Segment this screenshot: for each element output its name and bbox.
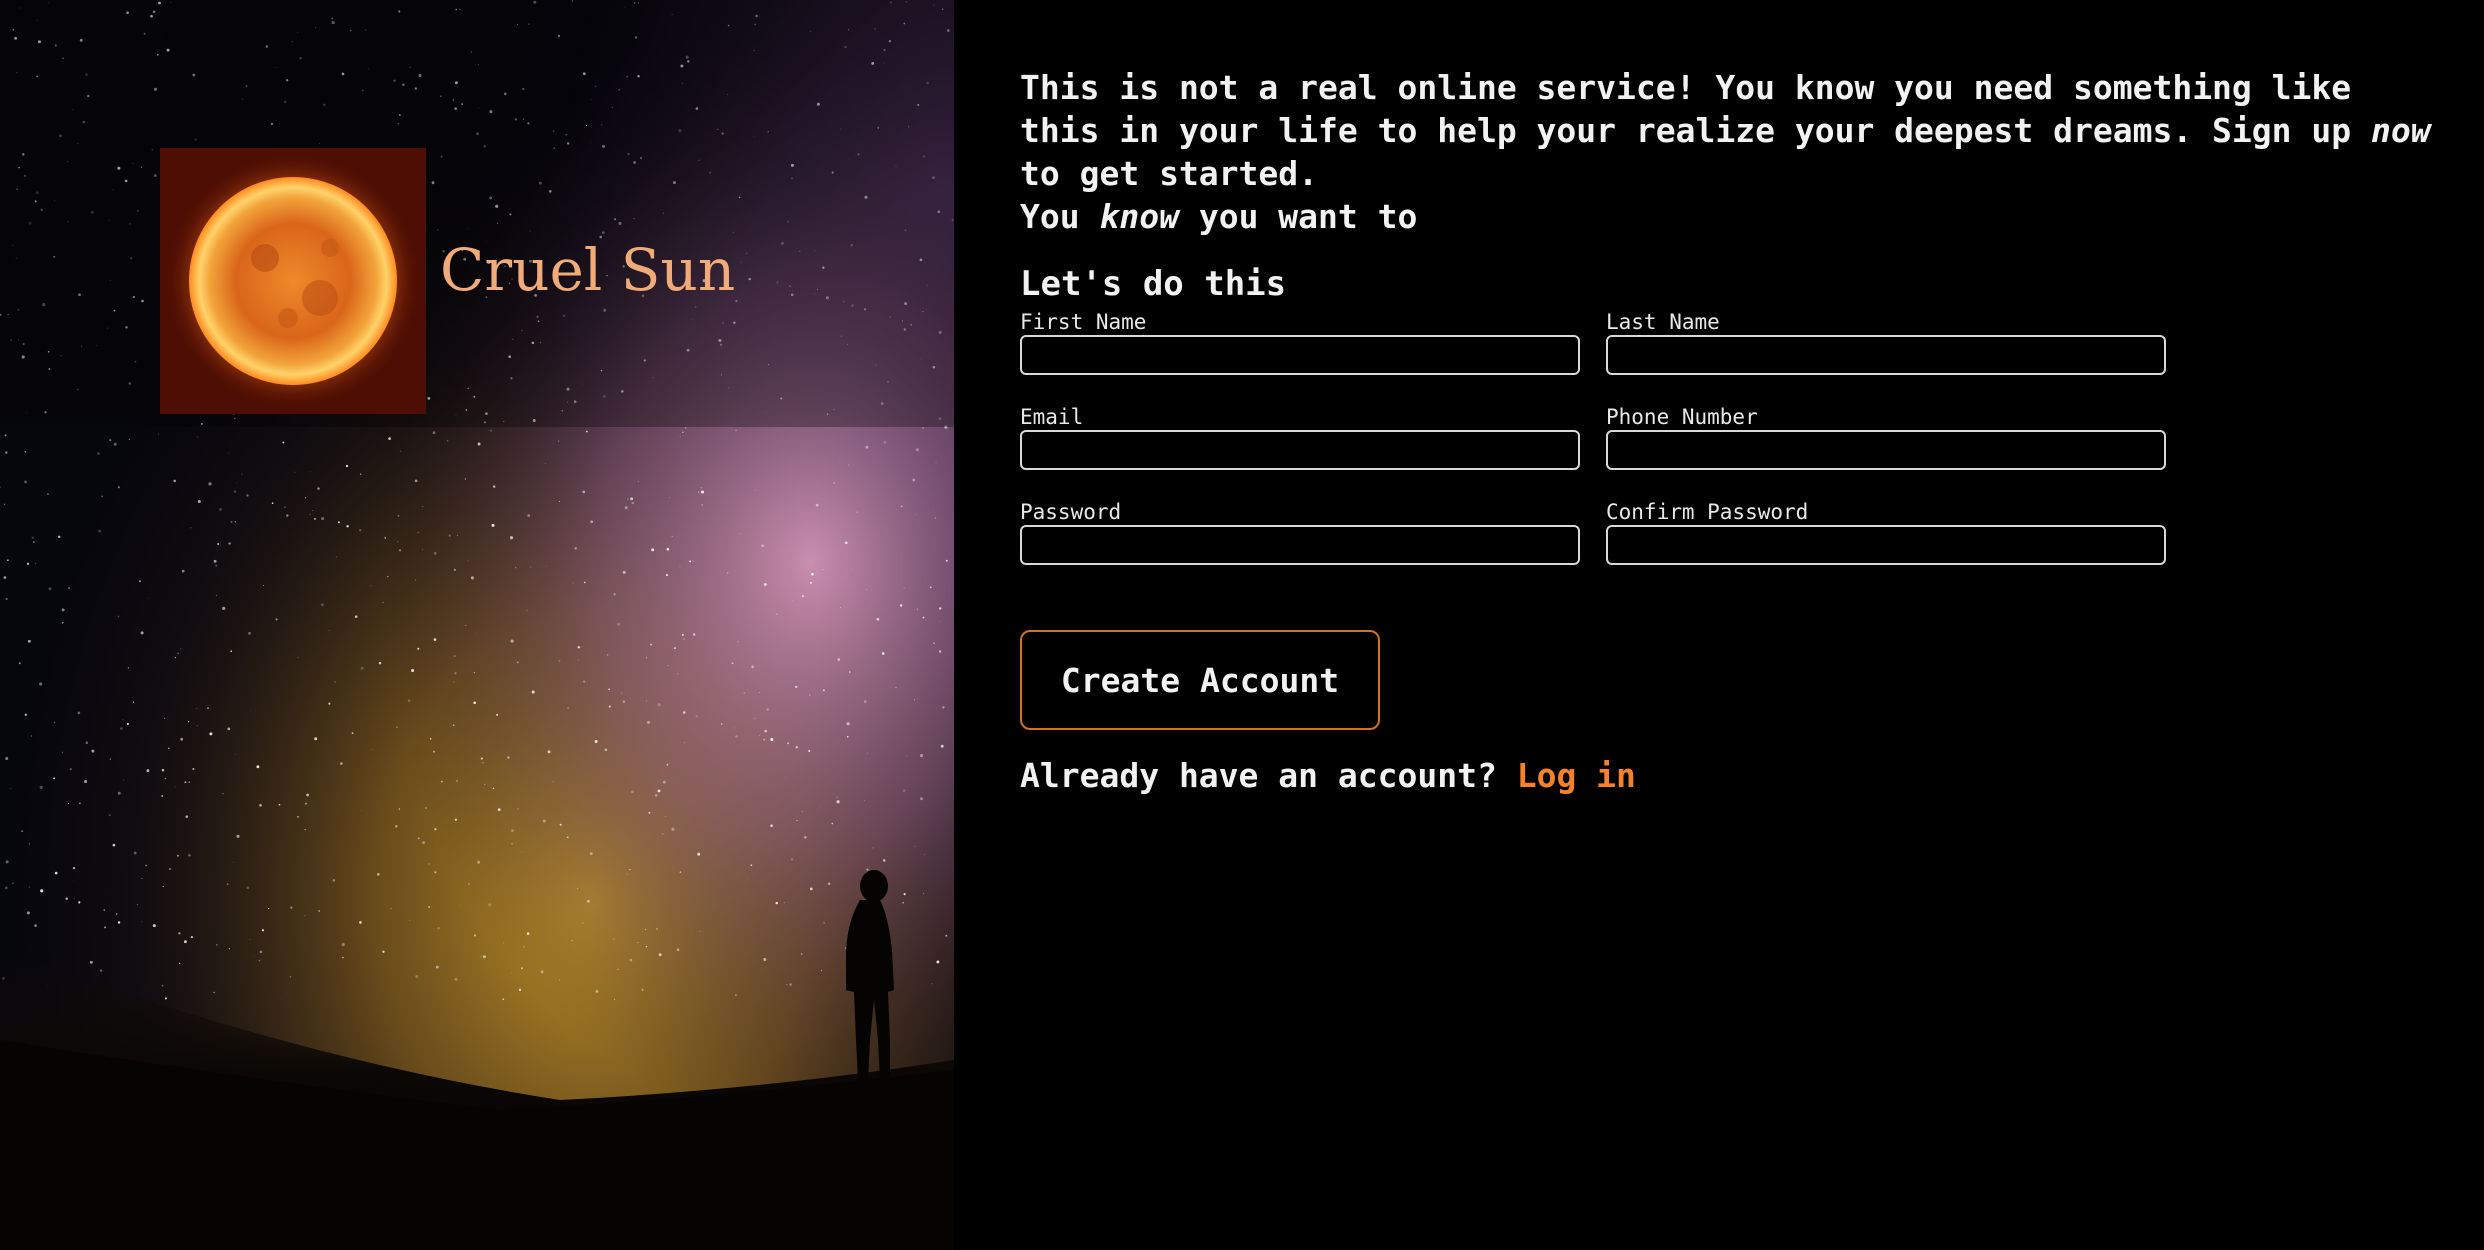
last-name-field: Last Name <box>1606 310 2166 375</box>
last-name-input[interactable] <box>1606 335 2166 375</box>
email-input[interactable] <box>1020 430 1580 470</box>
create-account-button[interactable]: Create Account <box>1020 630 1380 730</box>
brand-banner: Cruel Sun <box>0 0 954 427</box>
login-prompt-text: Already have an account? <box>1020 756 1517 795</box>
form-heading: Let's do this <box>1020 264 1287 304</box>
confirm-password-label: Confirm Password <box>1606 500 1809 524</box>
phone-number-input[interactable] <box>1606 430 2166 470</box>
confirm-password-input[interactable] <box>1606 525 2166 565</box>
intro-line2-end: you want to <box>1178 197 1418 236</box>
intro-text-part1: This is not a real online service! You k… <box>1020 68 2372 150</box>
password-input[interactable] <box>1020 525 1580 565</box>
confirm-password-field: Confirm Password <box>1606 500 2166 565</box>
signup-panel: This is not a real online service! You k… <box>954 0 2484 1250</box>
phone-number-label: Phone Number <box>1606 405 1758 429</box>
login-prompt: Already have an account? Log in <box>1020 756 1636 795</box>
phone-number-field: Phone Number <box>1606 405 2166 470</box>
password-label: Password <box>1020 500 1122 524</box>
intro-line2: You know you want to <box>1020 195 2450 238</box>
brand-name: Cruel Sun <box>440 236 736 304</box>
password-field: Password <box>1020 500 1580 565</box>
first-name-input[interactable] <box>1020 335 1580 375</box>
intro-emphasis-now: now <box>2371 111 2431 150</box>
intro-text-part2: to get started. <box>1020 154 1319 193</box>
intro-emphasis-know: know <box>1099 197 1179 236</box>
hero-panel: Cruel Sun <box>0 0 954 1250</box>
login-link[interactable]: Log in <box>1517 756 1636 795</box>
email-label: Email <box>1020 405 1084 429</box>
intro-line2-start: You <box>1020 197 1100 236</box>
email-field: Email <box>1020 405 1580 470</box>
first-name-field: First Name <box>1020 310 1580 375</box>
last-name-label: Last Name <box>1606 310 1720 334</box>
first-name-label: First Name <box>1020 310 1147 334</box>
sun-logo-icon <box>160 148 426 414</box>
intro-text: This is not a real online service! You k… <box>1020 66 2450 238</box>
